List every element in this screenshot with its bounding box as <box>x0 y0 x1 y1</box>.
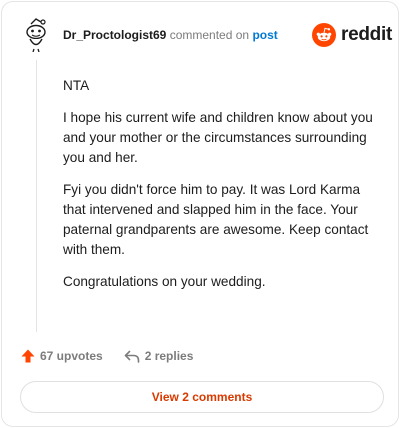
view-comments-button[interactable]: View 2 comments <box>20 381 384 413</box>
comment-paragraph: I hope his current wife and children kno… <box>63 110 373 165</box>
action-text: commented on <box>169 28 250 42</box>
reddit-wordmark: reddit <box>341 24 392 45</box>
reply-arrow-icon <box>124 350 140 363</box>
upvote-button[interactable]: 67 upvotes <box>20 348 103 364</box>
comment-card: Dr_Proctologist69 commented on post redd… <box>1 1 399 427</box>
thread-line <box>36 60 37 332</box>
post-link[interactable]: post <box>252 28 277 42</box>
reddit-logo[interactable]: reddit <box>312 22 392 48</box>
upvote-arrow-icon <box>21 349 35 363</box>
avatar[interactable] <box>22 16 52 53</box>
snoo-avatar-icon <box>26 18 46 53</box>
upvote-count: 67 upvotes <box>40 349 103 363</box>
replies-button[interactable]: 2 replies <box>123 348 194 364</box>
comment-stats: 67 upvotes 2 replies <box>20 347 193 365</box>
username[interactable]: Dr_Proctologist69 <box>63 28 166 42</box>
comment-paragraph: Fyi you didn't force him to pay. It was … <box>63 182 369 257</box>
comment-paragraph: Congratulations on your wedding. <box>63 274 266 289</box>
comment-body: NTA I hope his current wife and children… <box>63 76 383 304</box>
reddit-snoo-icon <box>312 23 336 47</box>
comment-paragraph: NTA <box>63 78 90 93</box>
comment-header: Dr_Proctologist69 commented on post <box>63 28 278 42</box>
reply-count: 2 replies <box>144 349 194 363</box>
